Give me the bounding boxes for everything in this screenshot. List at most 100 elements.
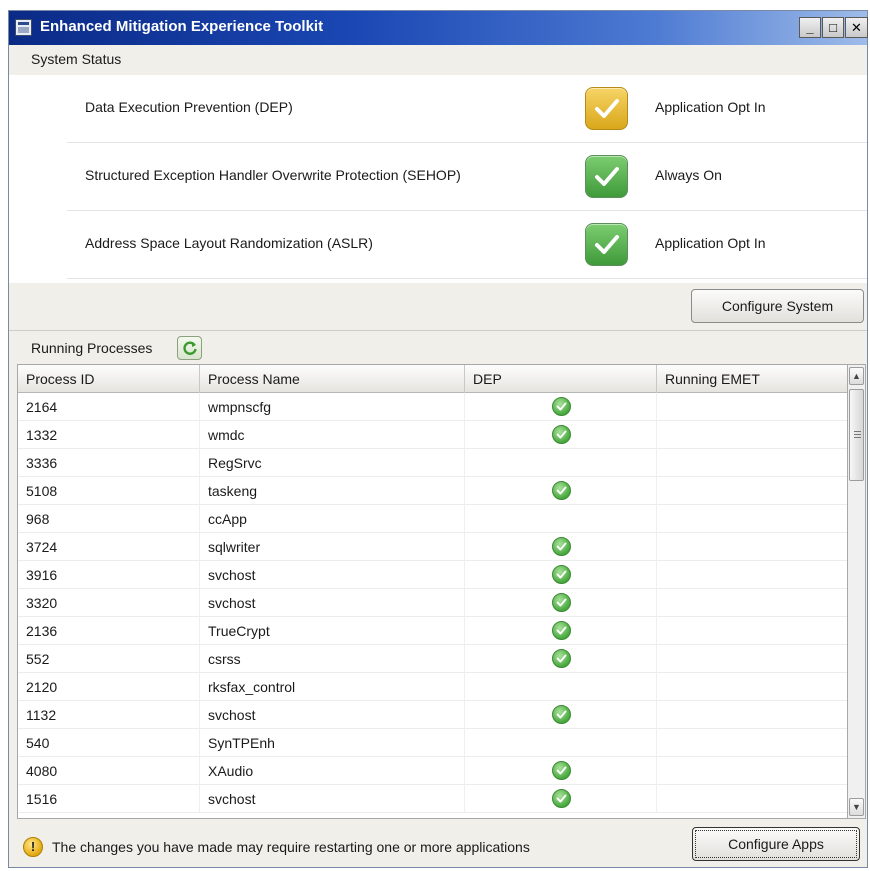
status-row-dep: Data Execution Prevention (DEP) Applicat… [67, 75, 867, 143]
cell-running-emet [657, 421, 847, 449]
status-row-aslr: Address Space Layout Randomization (ASLR… [67, 211, 867, 279]
emet-window: Enhanced Mitigation Experience Toolkit _… [8, 10, 868, 868]
table-row[interactable]: 3336 RegSrvc [18, 449, 847, 477]
cell-dep [465, 701, 657, 729]
cell-dep [465, 533, 657, 561]
window-title: Enhanced Mitigation Experience Toolkit [40, 18, 324, 35]
dep-enabled-icon [552, 789, 571, 808]
table-row[interactable]: 552 csrss [18, 645, 847, 673]
cell-process-id: 968 [18, 505, 200, 533]
cell-running-emet [657, 617, 847, 645]
cell-dep [465, 421, 657, 449]
running-processes-label: Running Processes [31, 340, 153, 356]
cell-running-emet [657, 729, 847, 757]
cell-running-emet [657, 449, 847, 477]
cell-process-name: sqlwriter [200, 533, 465, 561]
cell-process-name: rksfax_control [200, 673, 465, 701]
table-row[interactable]: 4080 XAudio [18, 757, 847, 785]
cell-process-name: svchost [200, 561, 465, 589]
check-green-icon [585, 155, 628, 198]
table-row[interactable]: 540 SynTPEnh [18, 729, 847, 757]
table-body: 2164 wmpnscfg 1332 wmdc 3336 RegSrvc 5108 taske… [18, 393, 847, 813]
scroll-thumb[interactable] [849, 389, 864, 481]
column-header-process-name[interactable]: Process Name [200, 365, 465, 393]
status-value: Application Opt In [655, 235, 766, 251]
cell-dep [465, 561, 657, 589]
cell-process-id: 1516 [18, 785, 200, 813]
restart-warning-message: The changes you have made may require re… [52, 839, 530, 855]
cell-running-emet [657, 673, 847, 701]
cell-dep [465, 393, 657, 421]
table-row[interactable]: 1132 svchost [18, 701, 847, 729]
cell-process-id: 2164 [18, 393, 200, 421]
cell-dep [465, 729, 657, 757]
cell-dep [465, 645, 657, 673]
configure-system-area: Configure System [9, 283, 867, 331]
cell-process-name: SynTPEnh [200, 729, 465, 757]
cell-process-name: RegSrvc [200, 449, 465, 477]
system-status-panel: Data Execution Prevention (DEP) Applicat… [9, 75, 867, 283]
warning-icon: ! [23, 837, 43, 857]
cell-process-name: wmdc [200, 421, 465, 449]
maximize-button[interactable]: □ [822, 17, 844, 38]
table-row[interactable]: 3320 svchost [18, 589, 847, 617]
cell-running-emet [657, 701, 847, 729]
column-header-running-emet[interactable]: Running EMET [657, 365, 847, 393]
cell-process-id: 5108 [18, 477, 200, 505]
table-header: Process ID Process Name DEP Running EMET [18, 365, 847, 393]
cell-running-emet [657, 757, 847, 785]
process-table[interactable]: Process ID Process Name DEP Running EMET… [17, 364, 848, 819]
scroll-down-button[interactable]: ▼ [849, 798, 864, 816]
refresh-icon[interactable] [177, 336, 202, 360]
cell-dep [465, 617, 657, 645]
scroll-up-button[interactable]: ▲ [849, 367, 864, 385]
close-button[interactable]: ✕ [845, 17, 868, 38]
dep-enabled-icon [552, 649, 571, 668]
table-row[interactable]: 968 ccApp [18, 505, 847, 533]
column-header-dep[interactable]: DEP [465, 365, 657, 393]
table-row[interactable]: 5108 taskeng [18, 477, 847, 505]
status-label: Structured Exception Handler Overwrite P… [85, 167, 461, 183]
table-row[interactable]: 3916 svchost [18, 561, 847, 589]
cell-process-name: TrueCrypt [200, 617, 465, 645]
dep-enabled-icon [552, 705, 571, 724]
check-yellow-icon [585, 87, 628, 130]
table-row[interactable]: 1516 svchost [18, 785, 847, 813]
configure-system-button[interactable]: Configure System [691, 289, 864, 323]
status-label: Address Space Layout Randomization (ASLR… [85, 235, 373, 251]
configure-apps-button[interactable]: Configure Apps [692, 827, 860, 861]
dep-enabled-icon [552, 621, 571, 640]
cell-running-emet [657, 477, 847, 505]
cell-process-name: ccApp [200, 505, 465, 533]
cell-process-name: svchost [200, 701, 465, 729]
status-label: Data Execution Prevention (DEP) [85, 99, 293, 115]
dep-enabled-icon [552, 761, 571, 780]
table-row[interactable]: 1332 wmdc [18, 421, 847, 449]
table-row[interactable]: 2120 rksfax_control [18, 673, 847, 701]
system-status-header: System Status [9, 45, 867, 75]
cell-process-name: XAudio [200, 757, 465, 785]
dep-enabled-icon [552, 481, 571, 500]
table-row[interactable]: 2136 TrueCrypt [18, 617, 847, 645]
dep-enabled-icon [552, 397, 571, 416]
cell-process-id: 2120 [18, 673, 200, 701]
cell-process-name: svchost [200, 589, 465, 617]
cell-process-id: 3336 [18, 449, 200, 477]
table-row[interactable]: 3724 sqlwriter [18, 533, 847, 561]
table-row[interactable]: 2164 wmpnscfg [18, 393, 847, 421]
status-value: Always On [655, 167, 722, 183]
column-header-process-id[interactable]: Process ID [18, 365, 200, 393]
cell-process-id: 1332 [18, 421, 200, 449]
cell-process-name: csrss [200, 645, 465, 673]
cell-dep [465, 505, 657, 533]
minimize-button[interactable]: _ [799, 17, 821, 38]
cell-process-id: 3320 [18, 589, 200, 617]
cell-running-emet [657, 505, 847, 533]
cell-running-emet [657, 561, 847, 589]
vertical-scrollbar[interactable]: ▲ ▼ [848, 364, 866, 819]
dep-enabled-icon [552, 565, 571, 584]
status-value: Application Opt In [655, 99, 766, 115]
title-bar[interactable]: Enhanced Mitigation Experience Toolkit _… [9, 11, 868, 45]
cell-running-emet [657, 645, 847, 673]
cell-process-name: taskeng [200, 477, 465, 505]
